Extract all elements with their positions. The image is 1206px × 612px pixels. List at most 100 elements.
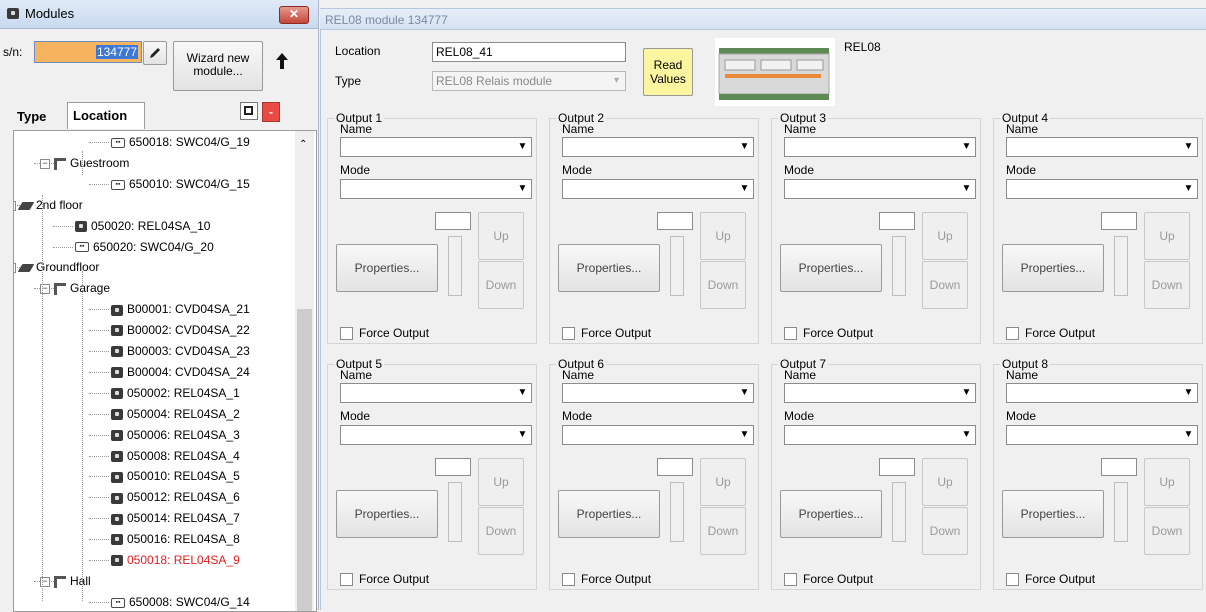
tree-item[interactable]: 050008: REL04SA_4 <box>111 447 240 465</box>
mode-select[interactable]: ▼ <box>340 179 532 199</box>
output-value-field[interactable] <box>1101 212 1137 230</box>
tree-item[interactable]: − Guestroom <box>40 154 129 172</box>
collapse-icon[interactable]: − <box>14 200 16 211</box>
sn-input[interactable]: 134777 <box>34 41 142 63</box>
name-select[interactable]: ▼ <box>784 383 976 403</box>
properties-button[interactable]: Properties... <box>336 244 438 292</box>
read-values-button[interactable]: Read Values <box>643 48 693 96</box>
name-select[interactable]: ▼ <box>562 137 754 157</box>
force-output-checkbox[interactable]: Force Output <box>784 326 873 341</box>
tree-item[interactable]: − Hall <box>40 572 91 590</box>
force-output-checkbox[interactable]: Force Output <box>562 326 651 341</box>
properties-button[interactable]: Properties... <box>780 490 882 538</box>
module-icon <box>111 304 123 316</box>
down-button[interactable]: Down <box>478 507 524 555</box>
tree-item[interactable]: 050012: REL04SA_6 <box>111 488 240 506</box>
tree-item[interactable]: 050016: REL04SA_8 <box>111 530 240 548</box>
up-button[interactable]: Up <box>922 212 968 260</box>
output-value-field[interactable] <box>435 458 471 476</box>
down-button[interactable]: Down <box>478 261 524 309</box>
output-value-field[interactable] <box>435 212 471 230</box>
down-button[interactable]: Down <box>700 261 746 309</box>
tree-item[interactable]: 050004: REL04SA_2 <box>111 405 240 423</box>
name-select[interactable]: ▼ <box>562 383 754 403</box>
up-button[interactable]: Up <box>700 212 746 260</box>
tree-item[interactable]: ▪▪ 650010: SWC04/G_15 <box>111 175 250 193</box>
up-button[interactable]: Up <box>1144 458 1190 506</box>
tree-item[interactable]: 050014: REL04SA_7 <box>111 509 240 527</box>
up-button[interactable]: Up <box>1144 212 1190 260</box>
mode-select[interactable]: ▼ <box>562 425 754 445</box>
output-value-field[interactable] <box>879 212 915 230</box>
mode-select[interactable]: ▼ <box>1006 179 1198 199</box>
properties-button[interactable]: Properties... <box>558 244 660 292</box>
properties-button[interactable]: Properties... <box>780 244 882 292</box>
force-output-checkbox[interactable]: Force Output <box>1006 326 1095 341</box>
tree-item[interactable]: B00001: CVD04SA_21 <box>111 300 250 318</box>
mode-select[interactable]: ▼ <box>784 179 976 199</box>
location-field[interactable]: REL08_41 <box>432 42 626 62</box>
force-output-checkbox[interactable]: Force Output <box>784 572 873 587</box>
force-output-checkbox[interactable]: Force Output <box>562 572 651 587</box>
scroll-up-icon[interactable]: ⌃ <box>299 139 307 150</box>
output-value-field[interactable] <box>1101 458 1137 476</box>
output-value-field[interactable] <box>879 458 915 476</box>
edit-sn-button[interactable] <box>143 41 167 65</box>
mode-select[interactable]: ▼ <box>562 179 754 199</box>
name-select[interactable]: ▼ <box>1006 137 1198 157</box>
tree-item[interactable]: ▪▪ 650020: SWC04/G_20 <box>75 238 214 256</box>
tab-type[interactable]: Type <box>13 106 69 128</box>
tree-item-label: 050016: REL04SA_8 <box>127 532 240 547</box>
copy-button[interactable] <box>240 102 258 120</box>
tree-item[interactable]: 050002: REL04SA_1 <box>111 384 240 402</box>
down-button[interactable]: Down <box>922 261 968 309</box>
tree-item[interactable]: ▪▪ 650018: SWC04/G_19 <box>111 133 250 151</box>
tree-item[interactable]: 050020: REL04SA_10 <box>75 217 210 235</box>
mode-select[interactable]: ▼ <box>784 425 976 445</box>
tree-scrollbar[interactable]: ⌃ <box>295 131 314 611</box>
down-button[interactable]: Down <box>1144 507 1190 555</box>
force-output-checkbox[interactable]: Force Output <box>1006 572 1095 587</box>
tree-item[interactable]: ▪▪ 650008: SWC04/G_14 <box>111 593 250 611</box>
down-button[interactable]: Down <box>922 507 968 555</box>
force-output-checkbox[interactable]: Force Output <box>340 326 429 341</box>
force-output-checkbox[interactable]: Force Output <box>340 572 429 587</box>
name-select[interactable]: ▼ <box>1006 383 1198 403</box>
name-select[interactable]: ▼ <box>784 137 976 157</box>
output-value-field[interactable] <box>657 212 693 230</box>
location-tree[interactable]: ▪▪ 650018: SWC04/G_19 − Guestroom ▪▪ 650010: … <box>13 130 317 612</box>
tree-item[interactable]: 050018: REL04SA_9 <box>111 551 240 569</box>
properties-button[interactable]: Properties... <box>1002 490 1104 538</box>
tree-item[interactable]: B00004: CVD04SA_24 <box>111 363 250 381</box>
tree-item[interactable]: − 2nd floor <box>14 196 83 214</box>
modules-panel-titlebar: Modules ✕ <box>0 0 318 29</box>
mode-select[interactable]: ▼ <box>1006 425 1198 445</box>
tree-item[interactable]: B00003: CVD04SA_23 <box>111 342 250 360</box>
up-button[interactable]: Up <box>700 458 746 506</box>
tree-item[interactable]: − Garage <box>40 279 110 297</box>
down-button[interactable]: Down <box>1144 261 1190 309</box>
output-value-field[interactable] <box>657 458 693 476</box>
properties-button[interactable]: Properties... <box>558 490 660 538</box>
tree-item[interactable]: 050006: REL04SA_3 <box>111 426 240 444</box>
close-icon[interactable]: ✕ <box>279 6 309 24</box>
scrollbar-thumb[interactable] <box>297 309 312 611</box>
tree-item[interactable]: B00002: CVD04SA_22 <box>111 321 250 339</box>
name-select[interactable]: ▼ <box>340 137 532 157</box>
up-arrow-icon[interactable] <box>275 52 289 70</box>
tree-item[interactable]: 050010: REL04SA_5 <box>111 467 240 485</box>
collapse-icon[interactable]: − <box>14 263 16 274</box>
tree-item[interactable]: − Groundfloor <box>14 258 99 276</box>
tab-location[interactable]: Location <box>67 102 145 129</box>
wizard-new-module-button[interactable]: Wizard new module... <box>173 41 263 91</box>
collapse-icon[interactable]: − <box>40 158 50 169</box>
name-select[interactable]: ▼ <box>340 383 532 403</box>
up-button[interactable]: Up <box>478 212 524 260</box>
properties-button[interactable]: Properties... <box>1002 244 1104 292</box>
up-button[interactable]: Up <box>478 458 524 506</box>
properties-button[interactable]: Properties... <box>336 490 438 538</box>
remove-button[interactable]: - <box>262 102 280 122</box>
mode-select[interactable]: ▼ <box>340 425 532 445</box>
down-button[interactable]: Down <box>700 507 746 555</box>
up-button[interactable]: Up <box>922 458 968 506</box>
